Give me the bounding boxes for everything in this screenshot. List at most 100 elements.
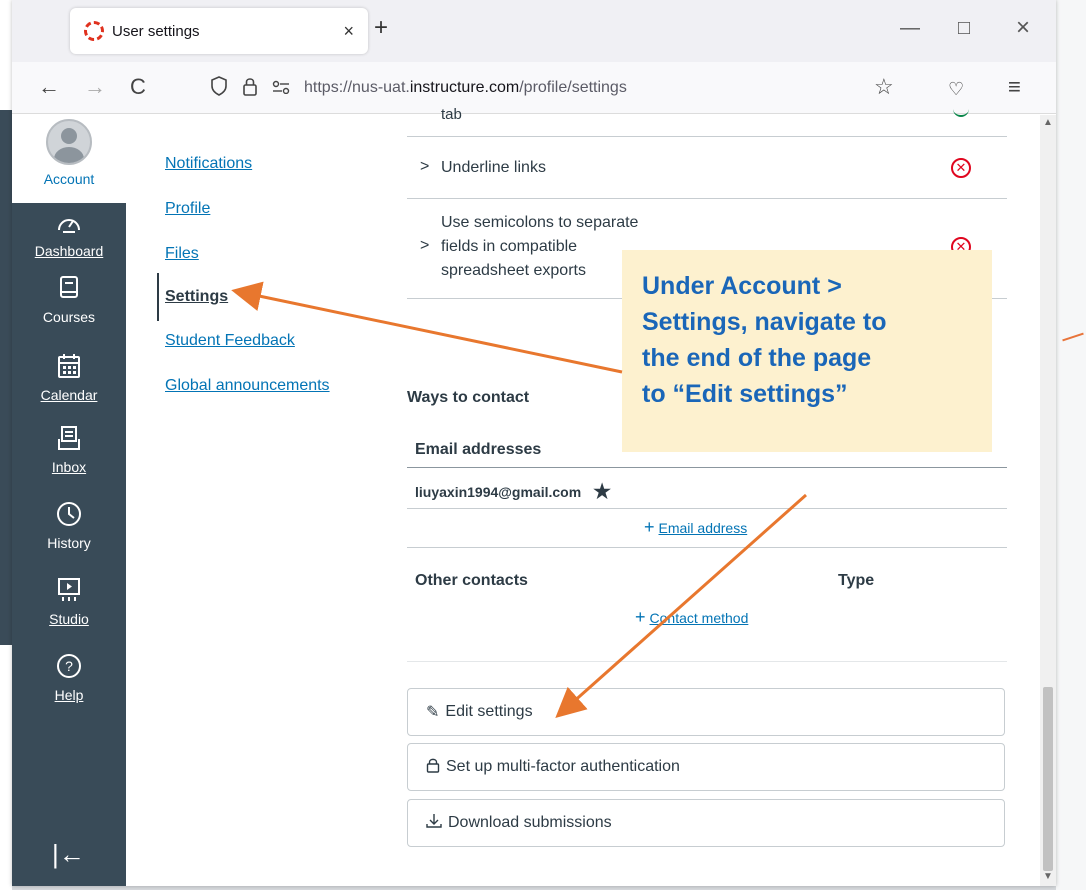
chevron-right-icon[interactable]: > bbox=[420, 237, 429, 255]
plus-icon: + bbox=[644, 517, 655, 537]
subnav-files[interactable]: Files bbox=[165, 245, 199, 263]
scroll-down-icon[interactable]: ▼ bbox=[1043, 871, 1053, 882]
divider bbox=[407, 547, 1007, 548]
global-nav-label: Calendar bbox=[40, 387, 98, 403]
add-contact-link[interactable]: + Contact method bbox=[635, 607, 748, 628]
disabled-x-icon[interactable]: ✕ bbox=[951, 158, 971, 178]
maximize-icon[interactable]: □ bbox=[958, 16, 970, 40]
pencil-icon: ✎ bbox=[426, 704, 440, 721]
annotation-callout: Under Account > Settings, navigate to th… bbox=[622, 250, 992, 452]
feature-row-partial: tab bbox=[407, 106, 1007, 137]
background-decoration bbox=[1062, 332, 1084, 342]
new-tab-icon[interactable]: + bbox=[374, 16, 388, 40]
divider bbox=[407, 508, 1007, 509]
background-page-right bbox=[1056, 0, 1086, 890]
global-nav-label: Help bbox=[54, 687, 84, 703]
back-icon[interactable]: ← bbox=[38, 74, 60, 100]
button-label: Set up multi-factor authentication bbox=[446, 758, 680, 775]
enabled-icon bbox=[953, 109, 969, 117]
global-nav-courses[interactable]: Courses bbox=[12, 275, 126, 325]
global-nav-help[interactable]: ? Help bbox=[12, 653, 126, 703]
global-nav-history[interactable]: History bbox=[12, 501, 126, 551]
permissions-icon bbox=[272, 78, 290, 99]
shield-icon bbox=[210, 75, 228, 101]
mfa-button[interactable]: Set up multi-factor authentication bbox=[407, 743, 1005, 791]
feature-label-line: Use semicolons to separate bbox=[441, 214, 639, 231]
chevron-right-icon[interactable]: > bbox=[420, 158, 429, 176]
email-addresses-heading: Email addresses bbox=[415, 441, 542, 458]
global-nav-account[interactable]: Account bbox=[12, 115, 126, 203]
history-icon bbox=[12, 501, 126, 533]
subnav-profile[interactable]: Profile bbox=[165, 200, 210, 218]
button-label: Download submissions bbox=[448, 814, 612, 831]
subnav-settings[interactable]: Settings bbox=[165, 288, 228, 306]
settings-content: tab > Underline links ✕ > Use semicolons… bbox=[407, 106, 1007, 886]
dashboard-icon bbox=[12, 213, 126, 241]
account-label: Account bbox=[43, 171, 95, 187]
url-bar[interactable]: https://nus-uat.instructure.com/profile/… bbox=[210, 70, 910, 106]
feature-label-line: fields in compatible bbox=[441, 238, 578, 255]
studio-icon bbox=[12, 577, 126, 609]
help-icon: ? bbox=[12, 653, 126, 685]
minimize-icon[interactable]: — bbox=[900, 16, 920, 40]
feature-label: Underline links bbox=[441, 159, 546, 176]
svg-text:?: ? bbox=[65, 658, 73, 674]
calendar-icon bbox=[12, 353, 126, 385]
courses-icon bbox=[12, 275, 126, 307]
global-nav-dashboard[interactable]: Dashboard bbox=[12, 213, 126, 259]
background-page-left-strip bbox=[0, 110, 12, 645]
scrollbar-thumb[interactable] bbox=[1043, 687, 1053, 871]
global-nav-studio[interactable]: Studio bbox=[12, 577, 126, 627]
other-contacts-heading: Other contacts bbox=[415, 572, 528, 589]
canvas-page: Account Dashboard Courses Calendar Inbox… bbox=[12, 106, 1056, 886]
forward-icon[interactable]: → bbox=[84, 74, 106, 100]
lock-icon bbox=[426, 757, 440, 778]
feature-row-underline[interactable]: > Underline links ✕ bbox=[407, 137, 1007, 199]
subnav-student-feedback[interactable]: Student Feedback bbox=[165, 332, 295, 350]
url-text: https://nus-uat.instructure.com/profile/… bbox=[304, 79, 627, 96]
global-nav-label: Courses bbox=[42, 309, 96, 325]
email-address: liuyaxin1994@gmail.com bbox=[415, 483, 582, 500]
browser-titlebar: User settings × + — □ × bbox=[12, 0, 1056, 62]
feature-label-line: spreadsheet exports bbox=[441, 262, 586, 279]
global-nav-label: Dashboard bbox=[34, 243, 104, 259]
avatar bbox=[46, 119, 92, 165]
page-scrollbar[interactable]: ▲ ▼ bbox=[1040, 115, 1056, 886]
feature-label: tab bbox=[441, 106, 462, 123]
add-email-link[interactable]: + Email address bbox=[644, 517, 747, 538]
global-nav-label: Studio bbox=[49, 611, 89, 627]
close-window-icon[interactable]: × bbox=[1016, 16, 1030, 40]
lock-icon bbox=[242, 76, 258, 101]
subnav-global-announcements[interactable]: Global announcements bbox=[165, 377, 330, 395]
global-nav-inbox[interactable]: Inbox bbox=[12, 425, 126, 475]
edit-settings-button[interactable]: ✎ Edit settings bbox=[407, 688, 1005, 736]
type-heading: Type bbox=[838, 572, 875, 589]
tab-title: User settings bbox=[112, 22, 200, 40]
button-label: Edit settings bbox=[445, 703, 533, 720]
divider bbox=[407, 661, 1007, 662]
global-nav-label: Inbox bbox=[51, 459, 87, 475]
scroll-up-icon[interactable]: ▲ bbox=[1043, 117, 1053, 128]
collapse-nav-icon[interactable]: |← bbox=[52, 839, 85, 870]
plus-icon: + bbox=[635, 607, 646, 627]
subnav-notifications[interactable]: Notifications bbox=[165, 155, 252, 173]
tab-close-icon[interactable]: × bbox=[343, 21, 354, 42]
browser-navbar: ← → C https://nus-uat.instructure.com/pr… bbox=[12, 62, 1056, 114]
menu-icon[interactable]: ≡ bbox=[1008, 74, 1021, 100]
active-indicator bbox=[157, 273, 159, 321]
annotation-text: Under Account > Settings, navigate to th… bbox=[642, 272, 887, 408]
ways-to-contact-heading: Ways to contact bbox=[407, 389, 530, 406]
global-nav: Account Dashboard Courses Calendar Inbox… bbox=[12, 115, 126, 886]
divider bbox=[407, 467, 1007, 468]
browser-tab[interactable]: User settings × bbox=[70, 8, 368, 54]
default-star-icon: ★ bbox=[593, 481, 612, 503]
inbox-icon bbox=[12, 425, 126, 457]
global-nav-calendar[interactable]: Calendar bbox=[12, 353, 126, 403]
global-nav-label: History bbox=[47, 535, 91, 551]
bookmark-star-icon[interactable]: ☆ bbox=[874, 74, 894, 100]
email-list-item: liuyaxin1994@gmail.com ★ bbox=[415, 479, 611, 504]
reload-icon[interactable]: C bbox=[130, 74, 146, 100]
download-submissions-button[interactable]: Download submissions bbox=[407, 799, 1005, 847]
canvas-favicon-icon bbox=[84, 21, 104, 41]
pocket-icon[interactable]: ♡ bbox=[948, 76, 964, 102]
